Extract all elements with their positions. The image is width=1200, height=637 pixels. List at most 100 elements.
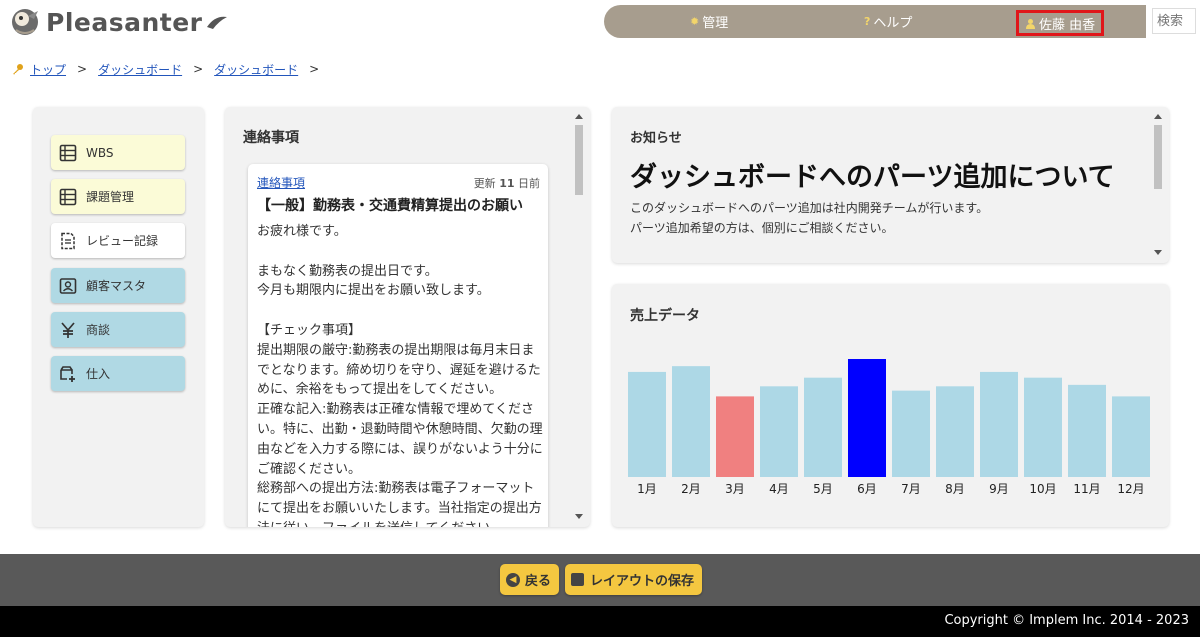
sales-bar-chart: 1月 2月 3月 4月 5月 6月 7月 8月 9月 10月 11月 12月 — [628, 359, 1150, 496]
yen-icon — [61, 321, 75, 338]
sidebar-item-customers[interactable]: 顧客マスタ — [51, 268, 185, 303]
updated-suffix: 日前 — [518, 177, 540, 190]
question-icon: ? — [864, 15, 871, 28]
footer-bar: ◀ 戻る レイアウトの保存 — [0, 554, 1200, 606]
logo-icon — [12, 9, 38, 35]
x-tick-label: 9月 — [989, 482, 1009, 496]
scroll-down-icon[interactable] — [1154, 250, 1162, 255]
notice-panel: お知らせ ダッシュボードへのパーツ追加について このダッシュボードへのパーツ追加… — [612, 107, 1169, 263]
nav-help-label: ヘルプ — [873, 16, 913, 31]
top-navigation: ✹ 管理 ? ヘルプ 佐藤 由香 — [604, 5, 1146, 38]
back-arrow-icon: ◀ — [506, 572, 520, 587]
sidebar-item-deals[interactable]: 商談 — [51, 312, 185, 347]
back-button[interactable]: ◀ 戻る — [500, 564, 560, 595]
logo[interactable]: Pleasanter — [8, 6, 229, 38]
sales-title: 売上データ — [630, 308, 700, 324]
table-icon — [59, 144, 77, 161]
scroll-thumb[interactable] — [1154, 125, 1162, 189]
sidebar-item-purchases[interactable]: 仕入 — [51, 356, 185, 391]
scroll-up-icon[interactable] — [1154, 114, 1162, 119]
back-button-label: 戻る — [525, 574, 552, 589]
nav-user[interactable]: 佐藤 由香 — [1016, 10, 1105, 36]
scroll-thumb[interactable] — [575, 125, 583, 195]
add-box-icon — [60, 365, 75, 382]
sidebar-item-review[interactable]: レビュー記録 — [51, 223, 185, 258]
bar-10月 — [1024, 377, 1062, 477]
notice-headline: ダッシュボードへのパーツ追加について — [630, 162, 1115, 193]
breadcrumb-separator: > — [193, 62, 204, 76]
logo-text: Pleasanter — [46, 7, 203, 37]
message-title: 【一般】勤務表・交通費精算提出のお願い — [257, 198, 523, 214]
x-tick-label: 10月 — [1029, 482, 1056, 496]
sidebar-item-label: 仕入 — [86, 367, 111, 381]
breadcrumb-top-link[interactable]: トップ — [30, 61, 66, 78]
bar-5月 — [804, 377, 842, 477]
sales-panel: 売上データ 1月 2月 3月 4月 5月 6月 7月 8月 9月 10月 11月 12月 — [612, 284, 1169, 527]
scroll-up-icon[interactable] — [575, 114, 583, 119]
breadcrumb-current-link[interactable]: ダッシュボード — [214, 61, 298, 78]
sidebar-panel: WBS 課題管理 レビュー記録 顧客マスタ 商談 仕入 — [33, 107, 204, 527]
bar-3月 — [716, 396, 754, 477]
gear-icon: ✹ — [690, 15, 700, 28]
breadcrumb-separator: > — [309, 62, 320, 76]
message-type-link[interactable]: 連絡事項 — [257, 174, 305, 191]
bar-2月 — [672, 366, 710, 477]
notice-line: このダッシュボードへのパーツ追加は社内開発チームが行います。 — [630, 201, 989, 215]
bar-4月 — [760, 386, 798, 477]
bar-1月 — [628, 371, 666, 477]
x-tick-label: 11月 — [1073, 482, 1100, 496]
notice-line: パーツ追加希望の方は、個別にご相談ください。 — [630, 221, 894, 235]
sidebar-item-label: 商談 — [86, 323, 111, 337]
copyright-text: Copyright © Implem Inc. 2014 - 2023 — [944, 613, 1189, 628]
x-tick-label: 5月 — [813, 482, 833, 496]
updated-value: 11 — [499, 177, 515, 190]
sidebar-item-label: 顧客マスタ — [86, 279, 147, 293]
bar-8月 — [936, 386, 974, 477]
message-card[interactable]: 連絡事項 更新 11 日前 【一般】勤務表・交通費精算提出のお願い お疲れ様です… — [248, 164, 548, 527]
scroll-down-icon[interactable] — [575, 514, 583, 519]
nav-help[interactable]: ? ヘルプ — [864, 5, 912, 38]
updated-prefix: 更新 — [473, 177, 496, 190]
message-updated: 更新 11 日前 — [474, 175, 540, 191]
save-layout-label: レイアウトの保存 — [590, 574, 695, 589]
x-tick-label: 4月 — [769, 482, 789, 496]
sidebar-item-issues[interactable]: 課題管理 — [51, 179, 185, 214]
sidebar-item-wbs[interactable]: WBS — [51, 135, 185, 170]
breadcrumb: トップ > ダッシュボード > ダッシュボード > — [12, 60, 330, 78]
bar-11月 — [1068, 384, 1106, 477]
notice-scrollbar[interactable] — [1151, 107, 1165, 263]
breadcrumb-separator: > — [77, 62, 88, 76]
save-layout-button[interactable]: レイアウトの保存 — [565, 564, 703, 595]
x-tick-label: 6月 — [857, 482, 877, 496]
x-tick-label: 12月 — [1117, 482, 1144, 496]
logo-swoosh-icon — [206, 16, 227, 29]
x-tick-label: 3月 — [725, 482, 745, 496]
messages-panel: 連絡事項 連絡事項 更新 11 日前 【一般】勤務表・交通費精算提出のお願い お… — [225, 107, 590, 527]
sidebar-item-label: WBS — [86, 145, 114, 160]
notice-label: お知らせ — [630, 131, 682, 146]
x-tick-label: 8月 — [945, 482, 965, 496]
breadcrumb-dashboard-link[interactable]: ダッシュボード — [98, 61, 182, 78]
nav-admin[interactable]: ✹ 管理 — [690, 5, 728, 38]
messages-scrollbar[interactable] — [572, 107, 586, 527]
bar-6月 — [848, 359, 886, 477]
sidebar-item-label: 課題管理 — [86, 190, 135, 204]
x-tick-label: 7月 — [901, 482, 921, 496]
copyright-bar: Copyright © Implem Inc. 2014 - 2023 — [0, 606, 1200, 637]
user-icon — [1026, 18, 1035, 29]
header: Pleasanter ✹ 管理 ? ヘルプ 佐藤 由香 — [0, 0, 1200, 48]
x-tick-label: 2月 — [681, 482, 701, 496]
bar-9月 — [980, 371, 1018, 477]
message-body: お疲れ様です。 まもなく勤務表の提出日です。 今月も期限内に提出をお願い致します… — [257, 224, 543, 527]
table-icon — [59, 188, 77, 205]
nav-user-label: 佐藤 由香 — [1039, 17, 1096, 33]
bar-12月 — [1112, 396, 1150, 477]
save-icon — [571, 573, 584, 586]
key-icon — [13, 64, 23, 75]
bar-7月 — [892, 390, 930, 477]
document-icon — [61, 232, 75, 249]
nav-admin-label: 管理 — [702, 16, 729, 31]
contact-card-icon — [59, 277, 77, 294]
sidebar-item-label: レビュー記録 — [86, 234, 159, 248]
search-input[interactable] — [1152, 8, 1196, 34]
